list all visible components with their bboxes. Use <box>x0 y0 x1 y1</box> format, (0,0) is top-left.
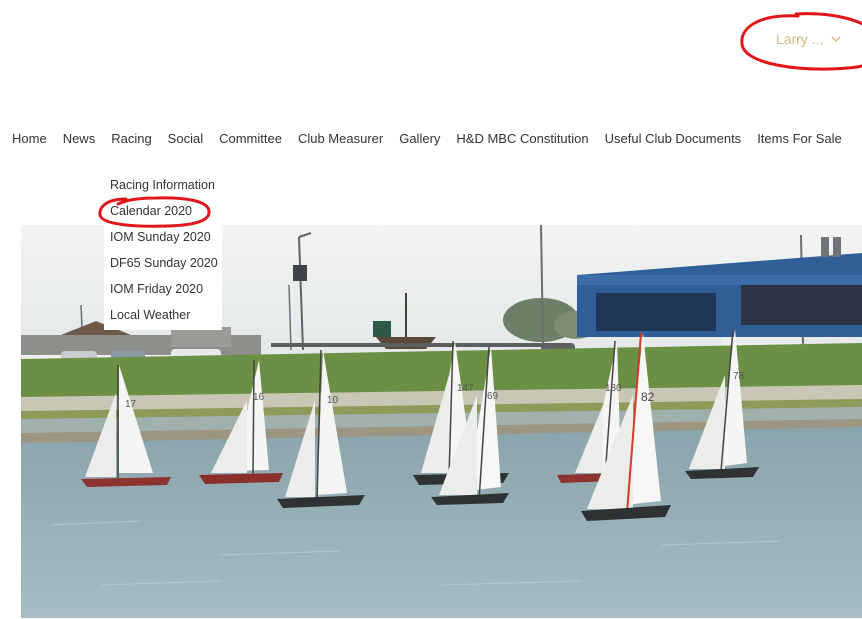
dropdown-item-racing-information[interactable]: Racing Information <box>104 172 222 198</box>
nav-item-club-measurer[interactable]: Club Measurer <box>290 131 391 146</box>
dropdown-item-iom-friday-2020[interactable]: IOM Friday 2020 <box>104 276 222 302</box>
nav-item-constitution[interactable]: H&D MBC Constitution <box>448 131 596 146</box>
sail-number: 78 <box>733 371 745 382</box>
user-menu[interactable]: Larry ... <box>776 28 841 50</box>
nav-item-racing[interactable]: Racing <box>103 131 159 146</box>
nav-item-news[interactable]: News <box>55 131 104 146</box>
dropdown-item-calendar-2020[interactable]: Calendar 2020 <box>104 198 222 224</box>
nav-item-documents[interactable]: Useful Club Documents <box>597 131 750 146</box>
user-name: Larry ... <box>776 31 824 47</box>
nav-item-home[interactable]: Home <box>0 131 55 146</box>
nav-item-social[interactable]: Social <box>160 131 211 146</box>
chevron-down-icon <box>832 36 841 42</box>
dropdown-item-df65-sunday-2020[interactable]: DF65 Sunday 2020 <box>104 250 222 276</box>
sail-number: 147 <box>457 383 474 394</box>
dropdown-item-local-weather[interactable]: Local Weather <box>104 302 222 328</box>
racing-dropdown: Racing Information Calendar 2020 IOM Sun… <box>104 170 222 330</box>
nav-item-items-for-sale[interactable]: Items For Sale <box>749 131 850 146</box>
sail-number: 180 <box>605 383 622 394</box>
sail-number: 69 <box>487 391 499 402</box>
main-nav: Home News Racing Social Committee Club M… <box>0 127 850 149</box>
nav-item-committee[interactable]: Committee <box>211 131 290 146</box>
sail-number: 16 <box>253 392 265 403</box>
sail-number: 17 <box>125 399 137 410</box>
nav-item-gallery[interactable]: Gallery <box>391 131 448 146</box>
sail-number: 10 <box>327 395 339 406</box>
sail-number: 82 <box>641 390 655 404</box>
dropdown-item-iom-sunday-2020[interactable]: IOM Sunday 2020 <box>104 224 222 250</box>
